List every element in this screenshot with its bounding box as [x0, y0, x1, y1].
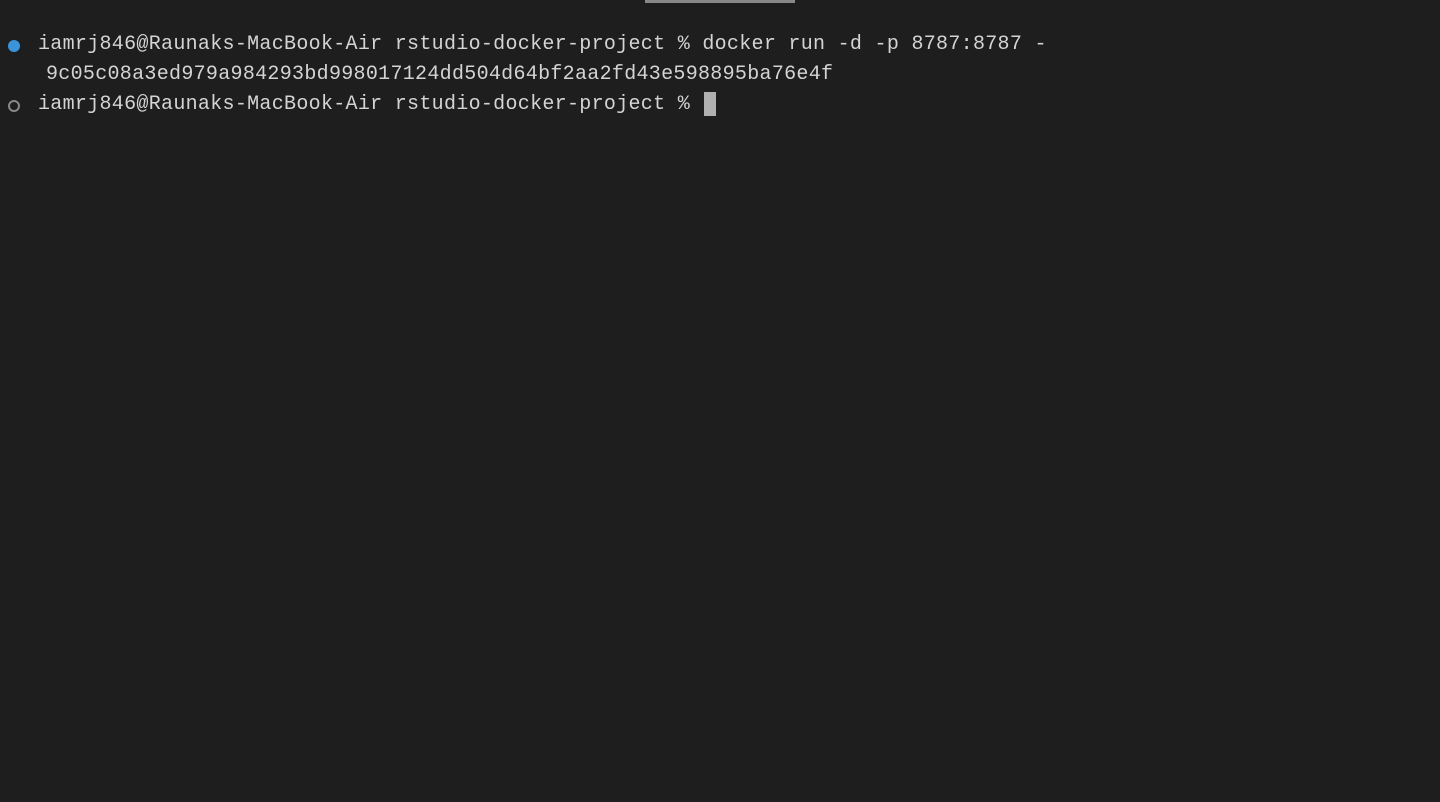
- terminal-cursor[interactable]: [704, 92, 716, 116]
- shell-prompt: iamrj846@Raunaks-MacBook-Air rstudio-doc…: [38, 33, 702, 56]
- shell-command: docker run -d -p 8787:8787 -: [702, 33, 1046, 56]
- terminal-line-text: iamrj846@Raunaks-MacBook-Air rstudio-doc…: [38, 90, 716, 120]
- terminal-tab-indicator: [645, 0, 795, 3]
- shell-prompt: iamrj846@Raunaks-MacBook-Air rstudio-doc…: [38, 93, 702, 116]
- command-output: 9c05c08a3ed979a984293bd998017124dd504d64…: [46, 63, 833, 86]
- terminal-line: iamrj846@Raunaks-MacBook-Air rstudio-doc…: [8, 30, 1440, 60]
- terminal-line: iamrj846@Raunaks-MacBook-Air rstudio-doc…: [8, 90, 1440, 120]
- terminal-output-line: 9c05c08a3ed979a984293bd998017124dd504d64…: [8, 60, 1440, 90]
- prompt-status-dot-icon: [8, 40, 20, 52]
- terminal-line-text: iamrj846@Raunaks-MacBook-Air rstudio-doc…: [38, 30, 1047, 60]
- prompt-status-dot-icon: [8, 100, 20, 112]
- terminal-output-area[interactable]: iamrj846@Raunaks-MacBook-Air rstudio-doc…: [0, 30, 1440, 120]
